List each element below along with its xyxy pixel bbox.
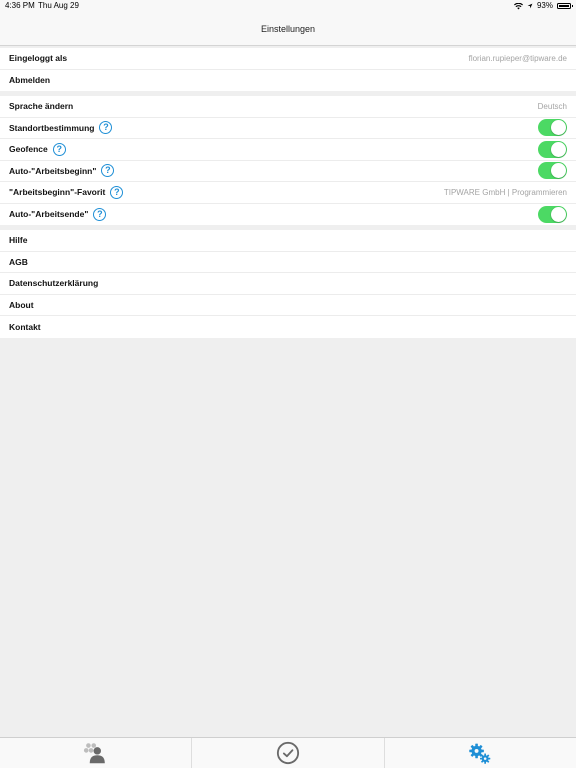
favorite-row[interactable]: "Arbeitsbeginn"-Favorit ? TIPWARE GmbH |… bbox=[0, 182, 576, 204]
users-icon bbox=[84, 742, 105, 763]
status-bar: 4:36 PM Thu Aug 29 93% bbox=[0, 0, 576, 12]
toggle-knob bbox=[551, 206, 566, 222]
geofence-row: Geofence ? bbox=[0, 139, 576, 161]
logged-in-row: Eingeloggt als florian.rupieper@tipware.… bbox=[0, 48, 576, 70]
tab-settings[interactable] bbox=[383, 738, 576, 768]
toggle-knob bbox=[551, 120, 566, 136]
logged-in-label: Eingeloggt als bbox=[9, 53, 68, 64]
favorite-value[interactable]: TIPWARE GmbH | Programmieren bbox=[444, 188, 567, 197]
about-row[interactable]: About bbox=[0, 295, 576, 316]
privacy-label[interactable]: Datenschutzerklärung bbox=[9, 278, 98, 288]
info-section: Hilfe AGB Datenschutzerklärung About Kon… bbox=[0, 230, 576, 338]
location-arrow-icon bbox=[527, 3, 533, 9]
page-title: Einstellungen bbox=[260, 24, 316, 34]
auto-end-toggle[interactable] bbox=[538, 205, 567, 223]
geofence-label: Geofence bbox=[9, 144, 48, 155]
gears-icon bbox=[469, 743, 491, 764]
location-toggle[interactable] bbox=[538, 119, 567, 137]
navigation-bar: Einstellungen bbox=[0, 12, 576, 46]
help-icon[interactable]: ? bbox=[110, 185, 124, 199]
location-label: Standortbestimmung bbox=[9, 122, 95, 133]
auto-start-label: Auto-"Arbeitsbeginn" bbox=[9, 165, 97, 176]
tab-bar bbox=[0, 737, 576, 768]
help-icon[interactable]: ? bbox=[101, 164, 115, 178]
auto-start-toggle[interactable] bbox=[538, 162, 567, 180]
auto-end-label: Auto-"Arbeitsende" bbox=[9, 209, 89, 220]
help-icon[interactable]: ? bbox=[93, 207, 107, 221]
location-row: Standortbestimmung ? bbox=[0, 118, 576, 139]
tab-time-tracking[interactable] bbox=[191, 738, 383, 768]
language-value[interactable]: Deutsch bbox=[538, 102, 567, 111]
help-label[interactable]: Hilfe bbox=[9, 235, 27, 245]
help-row[interactable]: Hilfe bbox=[0, 230, 576, 252]
auto-start-row: Auto-"Arbeitsbeginn" ? bbox=[0, 161, 576, 182]
help-icon[interactable]: ? bbox=[99, 121, 113, 135]
contact-label[interactable]: Kontakt bbox=[9, 322, 41, 332]
logged-in-value: florian.rupieper@tipware.de bbox=[468, 53, 567, 63]
status-date: Thu Aug 29 bbox=[38, 1, 79, 10]
language-row[interactable]: Sprache ändern Deutsch bbox=[0, 96, 576, 118]
toggle-knob bbox=[551, 141, 566, 157]
auto-end-row: Auto-"Arbeitsende" ? bbox=[0, 204, 576, 226]
help-icon[interactable]: ? bbox=[52, 142, 66, 156]
tab-users[interactable] bbox=[0, 738, 191, 768]
account-section: Eingeloggt als florian.rupieper@tipware.… bbox=[0, 48, 576, 91]
clock-check-icon bbox=[276, 741, 300, 765]
privacy-row[interactable]: Datenschutzerklärung bbox=[0, 273, 576, 295]
wifi-icon bbox=[513, 2, 523, 9]
status-time: 4:36 PM bbox=[5, 1, 35, 10]
geofence-toggle[interactable] bbox=[538, 140, 567, 158]
language-label: Sprache ändern bbox=[9, 101, 74, 112]
agb-row[interactable]: AGB bbox=[0, 252, 576, 273]
logout-label[interactable]: Abmelden bbox=[9, 75, 50, 85]
logout-row[interactable]: Abmelden bbox=[0, 70, 576, 92]
about-label[interactable]: About bbox=[9, 300, 34, 310]
agb-label[interactable]: AGB bbox=[9, 257, 28, 267]
toggle-knob bbox=[551, 163, 566, 179]
settings-section: Sprache ändern Deutsch Standortbestimmun… bbox=[0, 96, 576, 225]
battery-icon bbox=[557, 3, 573, 9]
contact-row[interactable]: Kontakt bbox=[0, 316, 576, 338]
status-right: 93% bbox=[513, 0, 573, 12]
favorite-label: "Arbeitsbeginn"-Favorit bbox=[9, 187, 106, 198]
battery-percent: 93% bbox=[536, 1, 553, 10]
